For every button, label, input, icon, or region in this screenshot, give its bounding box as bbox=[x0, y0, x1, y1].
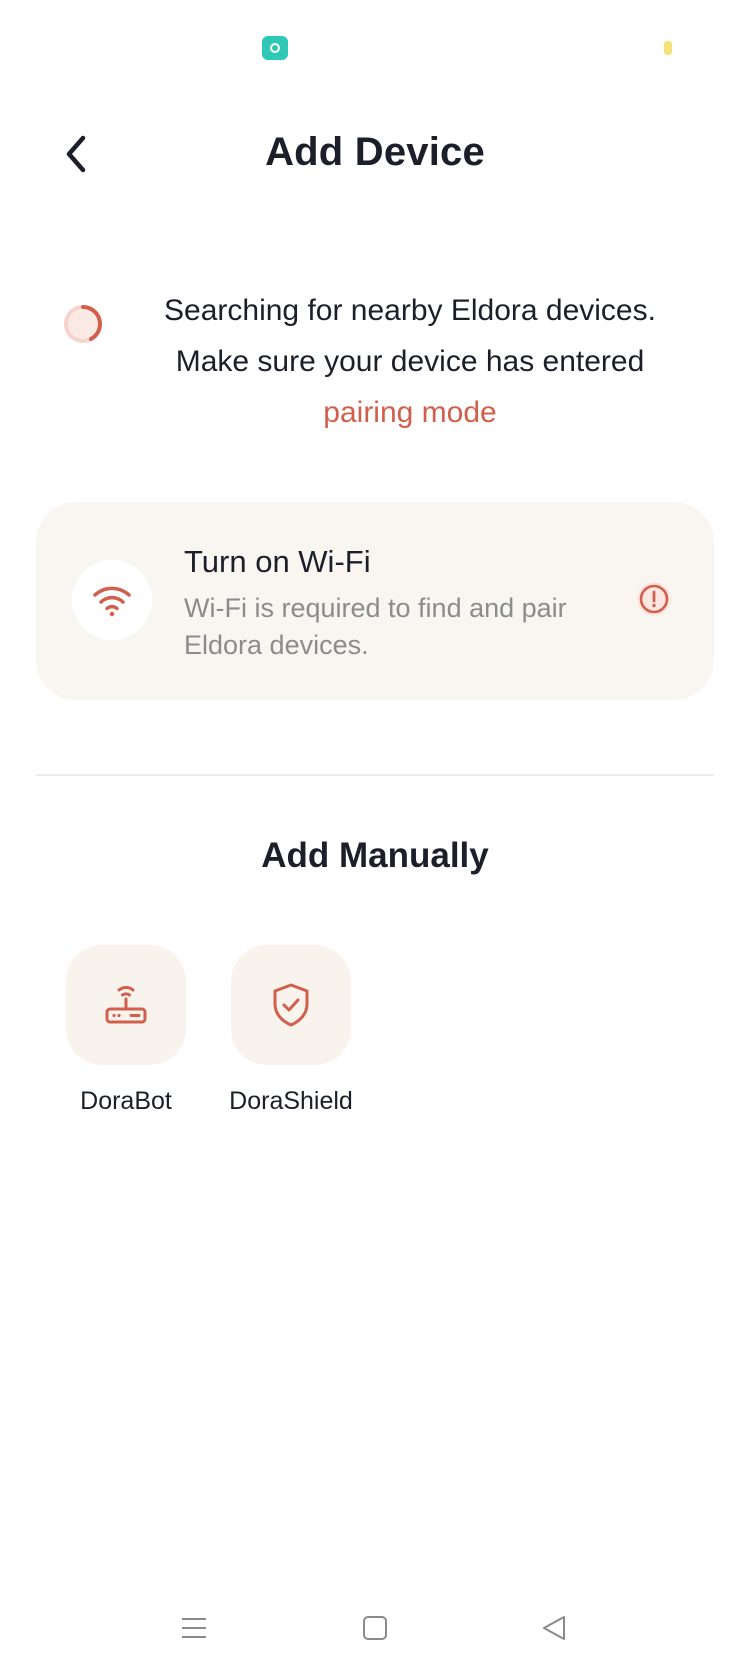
wifi-icon-badge bbox=[72, 560, 152, 640]
square-home-icon bbox=[363, 1616, 387, 1640]
device-label: DoraBot bbox=[80, 1087, 172, 1115]
search-message-line-2: Make sure your device has entered bbox=[175, 345, 645, 378]
shield-check-icon bbox=[273, 983, 309, 1027]
menu-button[interactable] bbox=[164, 1608, 224, 1648]
page-title: Add Device bbox=[265, 130, 485, 174]
wifi-card-title: Turn on Wi-Fi bbox=[184, 544, 371, 579]
header: Add Device bbox=[0, 110, 750, 200]
device-tile bbox=[66, 945, 186, 1065]
device-label: DoraShield bbox=[229, 1087, 353, 1115]
wifi-card-description: Wi-Fi is required to find and pair Eldor… bbox=[184, 593, 567, 660]
battery-icon bbox=[664, 41, 672, 55]
triangle-back-icon bbox=[543, 1616, 565, 1640]
loading-spinner-icon bbox=[64, 305, 102, 343]
router-icon bbox=[105, 985, 147, 1024]
system-back-button[interactable] bbox=[524, 1608, 584, 1648]
menu-icon bbox=[182, 1618, 206, 1638]
device-tile bbox=[231, 945, 351, 1065]
turn-on-wifi-card[interactable]: Turn on Wi-Fi Wi-Fi is required to find … bbox=[36, 502, 714, 700]
app-notification-icon bbox=[262, 36, 288, 60]
search-status: Searching for nearby Eldora devices. Mak… bbox=[0, 285, 750, 445]
search-message: Searching for nearby Eldora devices. Mak… bbox=[130, 285, 690, 438]
search-message-line-1: Searching for nearby Eldora devices. bbox=[164, 294, 656, 327]
device-option-dorabot[interactable]: DoraBot bbox=[42, 945, 212, 1135]
pairing-mode-link[interactable]: pairing mode bbox=[130, 387, 690, 438]
system-nav-bar bbox=[0, 1590, 750, 1667]
alert-circle-icon bbox=[634, 579, 674, 619]
status-bar bbox=[0, 0, 750, 90]
device-option-dorashield[interactable]: DoraShield bbox=[207, 945, 377, 1135]
home-button[interactable] bbox=[345, 1608, 405, 1648]
section-divider bbox=[36, 774, 714, 776]
wifi-icon bbox=[93, 586, 131, 617]
add-manually-title: Add Manually bbox=[261, 836, 489, 875]
